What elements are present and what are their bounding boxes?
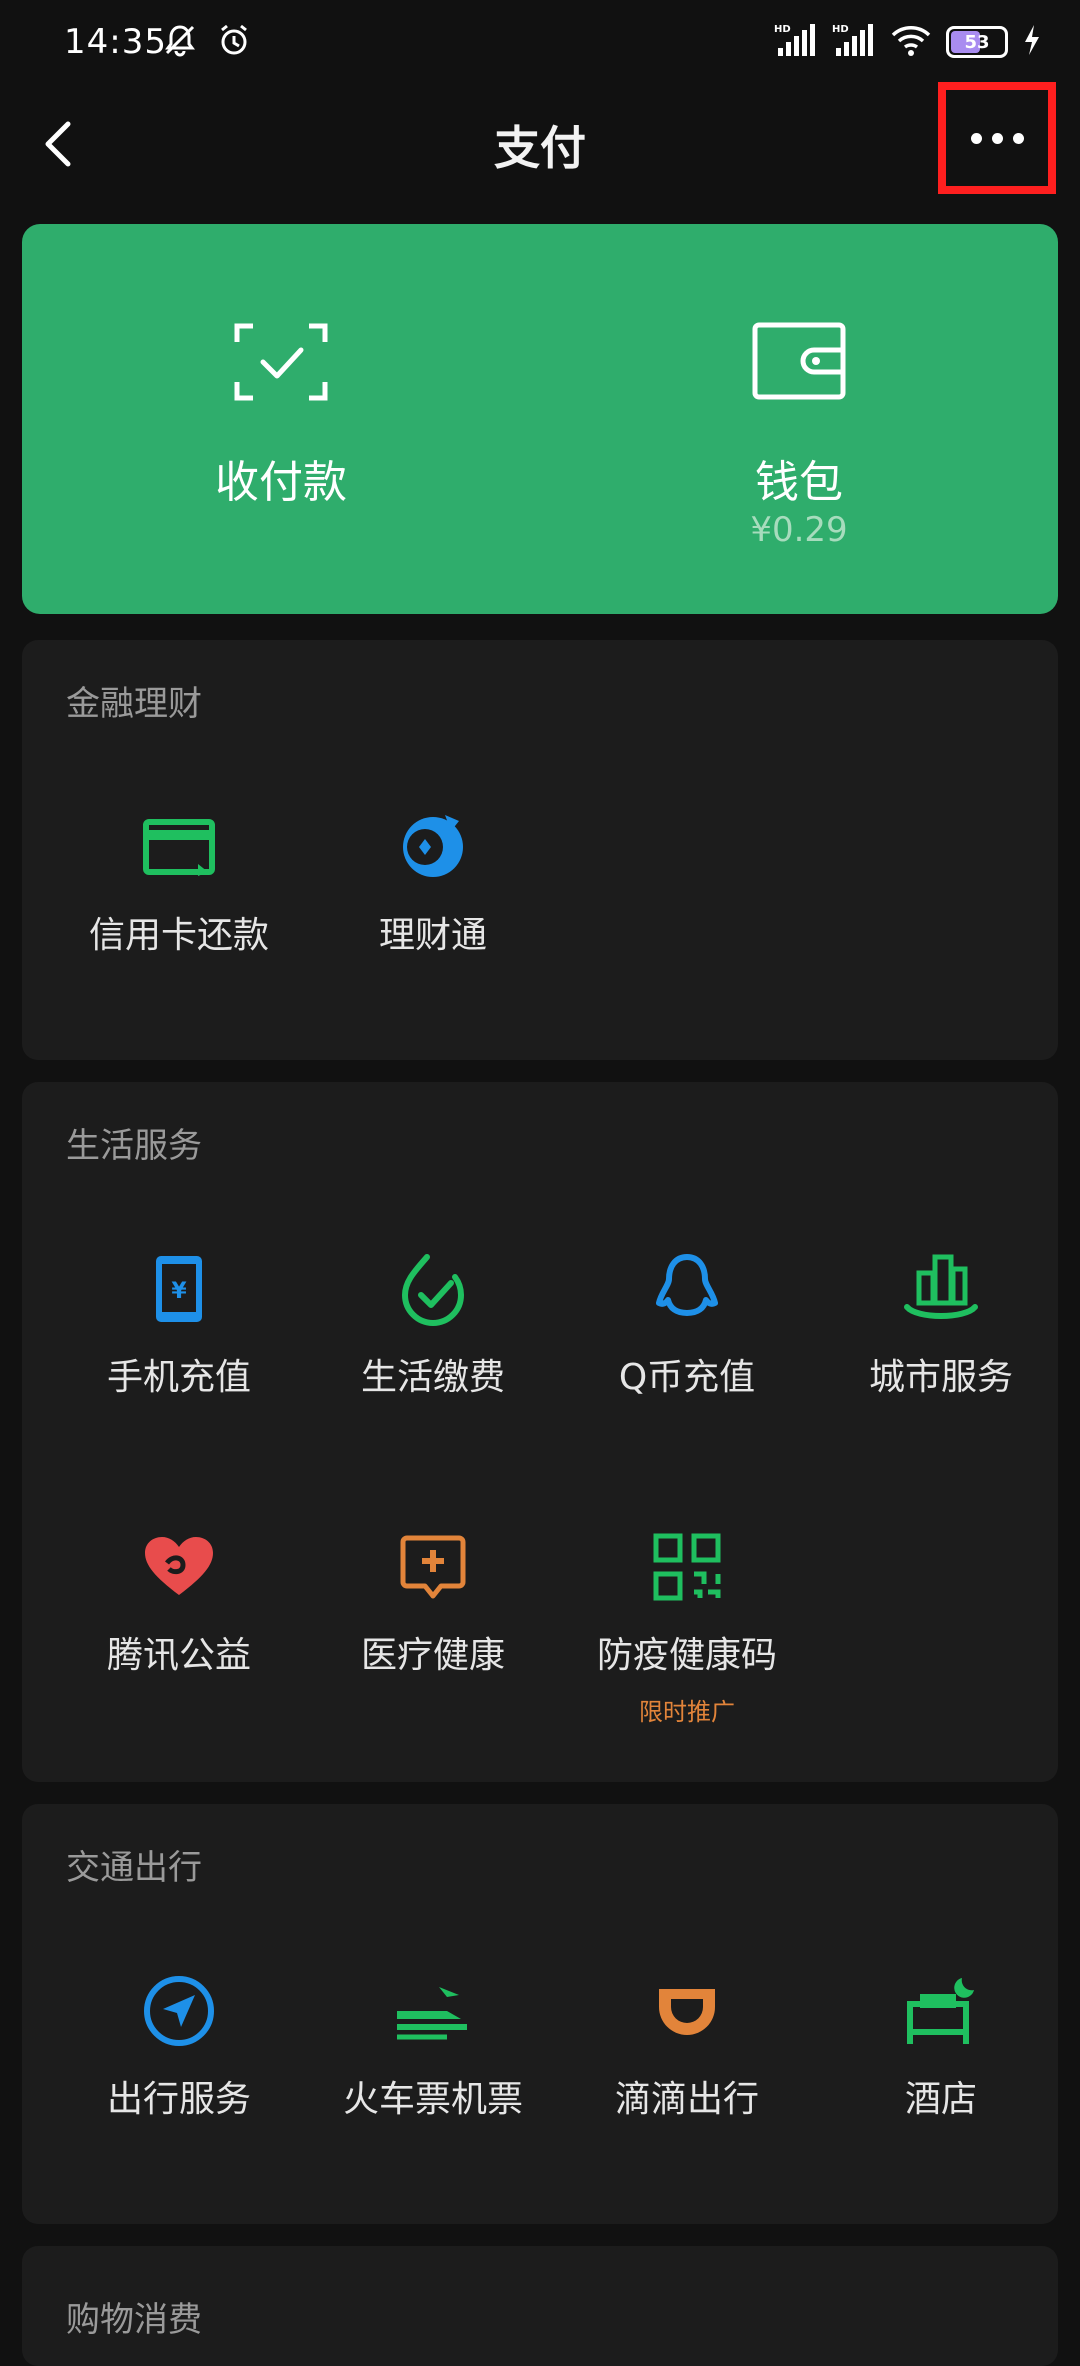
grid-label: 信用卡还款 (88, 915, 269, 956)
section-title: 金融理财 (66, 684, 202, 724)
navigation-icon (52, 1970, 306, 2052)
life-services-section: 生活服务 ¥ 手机充值 生活缴费 Q币充值 城市服务 腾讯公益 医疗健康 防疫健… (22, 1082, 1058, 1782)
battery-level: 53 (964, 31, 990, 53)
hotel-item[interactable]: 酒店 (814, 1970, 1068, 2122)
tencent-charity-item[interactable]: 腾讯公益 (52, 1526, 306, 1678)
grid-label: Q币充值 (618, 1357, 756, 1398)
status-time: 14:35 (64, 22, 167, 62)
signal-hd-icon: HD (774, 22, 818, 62)
licaitong-icon (306, 806, 560, 888)
svg-text:¥: ¥ (171, 1279, 187, 1304)
grid-label: 生活缴费 (360, 1357, 505, 1398)
battery-icon: 53 (946, 26, 1008, 58)
credit-card-icon (52, 806, 306, 888)
scan-check-icon (233, 322, 329, 406)
city-service-icon (814, 1248, 1068, 1330)
svg-text:HD: HD (774, 24, 791, 35)
page-title: 支付 (494, 121, 586, 175)
grid-label: 理财通 (378, 915, 487, 956)
medical-health-item[interactable]: 医疗健康 (306, 1526, 560, 1678)
travel-service-item[interactable]: 出行服务 (52, 1970, 306, 2122)
receive-pay-label: 收付款 (215, 457, 347, 508)
wallet-icon (752, 322, 846, 406)
wallet-button[interactable]: 钱包 ¥0.29 (540, 224, 1058, 614)
grid-label: 滴滴出行 (614, 2079, 759, 2120)
qr-code-icon (560, 1526, 814, 1608)
wifi-icon (890, 22, 932, 62)
licaitong-item[interactable]: 理财通 (306, 806, 560, 958)
didi-icon (560, 1970, 814, 2052)
bill-payment-item[interactable]: 生活缴费 (306, 1248, 560, 1400)
receive-pay-button[interactable]: 收付款 (22, 224, 540, 614)
grid-label: 腾讯公益 (106, 1635, 251, 1676)
mute-bell-icon (162, 22, 198, 62)
hotel-bed-icon (814, 1970, 1068, 2052)
grid-label: 出行服务 (106, 2079, 251, 2120)
grid-label: 手机充值 (106, 1357, 251, 1398)
grid-label: 火车票机票 (342, 2079, 523, 2120)
status-right: HD HD 53 (774, 22, 1042, 62)
section-title: 交通出行 (66, 1848, 202, 1888)
pay-hero-card: 收付款 钱包 ¥0.29 (22, 224, 1058, 614)
qcoin-recharge-item[interactable]: Q币充值 (560, 1248, 814, 1400)
qq-penguin-icon (560, 1248, 814, 1330)
status-left-icons (162, 22, 252, 62)
medical-icon (306, 1526, 560, 1608)
phone-recharge-icon: ¥ (52, 1248, 306, 1330)
nav-bar: 支付 (0, 82, 1080, 230)
credit-card-repay-item[interactable]: 信用卡还款 (52, 806, 306, 958)
grid-label: 防疫健康码 (596, 1635, 777, 1676)
charging-icon (1022, 23, 1042, 61)
phone-recharge-item[interactable]: ¥ 手机充值 (52, 1248, 306, 1400)
promo-badge: 限时推广 (639, 1698, 735, 1726)
grid-label: 医疗健康 (360, 1635, 505, 1676)
section-title: 购物消费 (66, 2300, 202, 2340)
train-plane-icon (306, 1970, 560, 2052)
svg-text:HD: HD (832, 24, 849, 35)
more-button[interactable] (938, 82, 1056, 194)
didi-item[interactable]: 滴滴出行 (560, 1970, 814, 2122)
charity-heart-icon (52, 1526, 306, 1608)
shopping-section: 购物消费 (22, 2246, 1058, 2366)
alarm-icon (216, 22, 252, 62)
grid-label: 城市服务 (868, 1357, 1013, 1398)
wallet-balance: ¥0.29 (750, 510, 848, 550)
transport-section: 交通出行 出行服务 火车票机票 滴滴出行 酒店 (22, 1804, 1058, 2224)
section-title: 生活服务 (66, 1126, 202, 1166)
train-flight-item[interactable]: 火车票机票 (306, 1970, 560, 2122)
more-dots-icon (970, 132, 1024, 144)
health-code-item[interactable]: 防疫健康码 限时推广 (560, 1526, 814, 1727)
grid-label: 酒店 (904, 2079, 977, 2120)
finance-section: 金融理财 信用卡还款 理财通 (22, 640, 1058, 1060)
bill-payment-icon (306, 1248, 560, 1330)
status-bar: 14:35 HD HD 53 (0, 0, 1080, 90)
wallet-label: 钱包 (755, 457, 843, 508)
signal-hd-icon-2: HD (832, 22, 876, 62)
city-service-item[interactable]: 城市服务 (814, 1248, 1068, 1400)
